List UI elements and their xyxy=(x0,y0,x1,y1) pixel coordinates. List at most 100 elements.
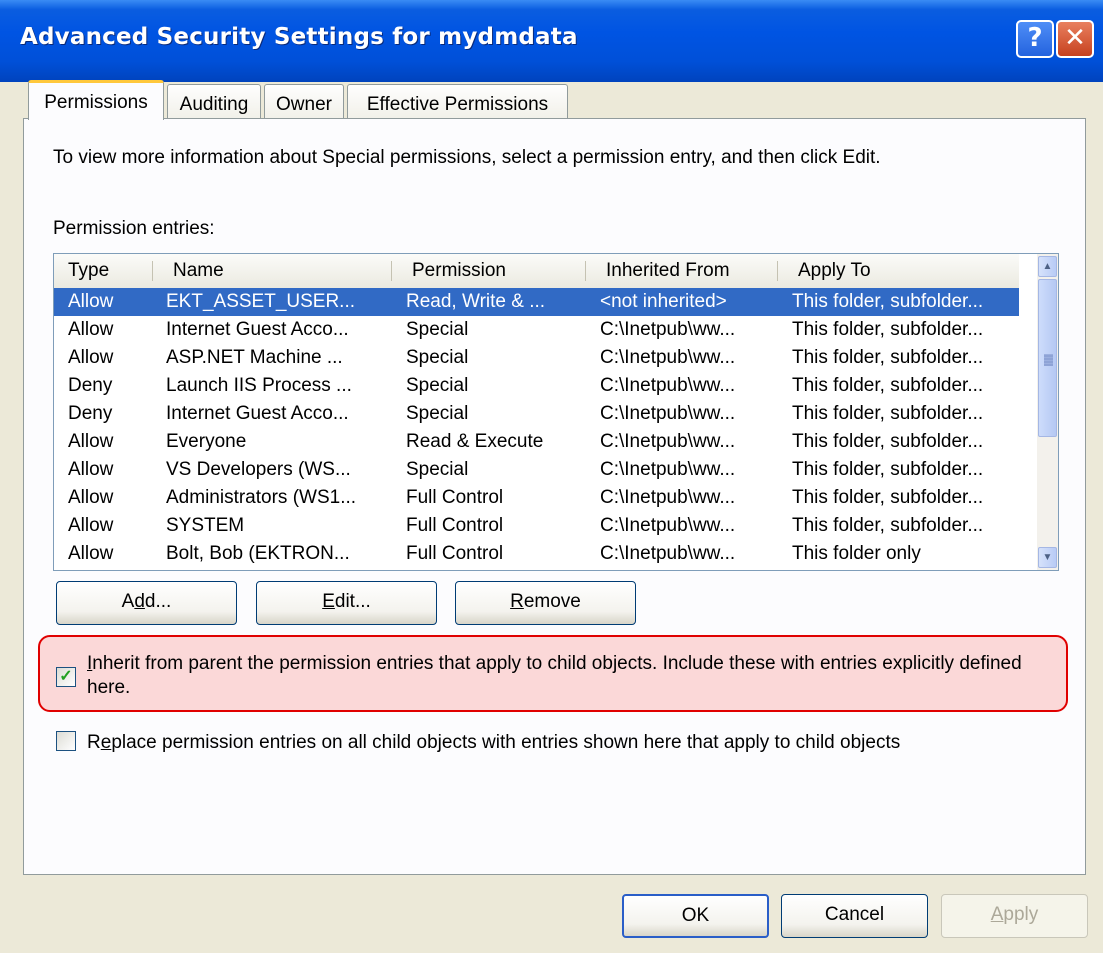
cell-inherited: C:\Inetpub\ww... xyxy=(600,487,736,508)
cell-permission: Special xyxy=(406,319,469,340)
cell-apply: This folder, subfolder... xyxy=(792,515,984,536)
cell-type: Allow xyxy=(68,431,114,452)
button-label: A xyxy=(121,591,135,612)
add-button[interactable]: Add... xyxy=(56,581,237,625)
cell-inherited: C:\Inetpub\ww... xyxy=(600,431,736,452)
replace-checkbox[interactable] xyxy=(56,731,76,751)
button-label: emove xyxy=(523,591,581,612)
column-separator[interactable] xyxy=(391,261,392,281)
cell-name: Administrators (WS1... xyxy=(166,487,357,508)
scroll-down-button[interactable]: ▼ xyxy=(1038,547,1057,568)
cell-permission: Special xyxy=(406,347,469,368)
chevron-up-icon: ▲ xyxy=(1042,261,1053,272)
column-header-type[interactable]: Type xyxy=(68,260,109,282)
scroll-thumb[interactable]: ▬ ▬ ▬ ▬ xyxy=(1038,279,1057,437)
chevron-down-icon: ▼ xyxy=(1042,552,1053,563)
cell-apply: This folder, subfolder... xyxy=(792,347,984,368)
cell-inherited: C:\Inetpub\ww... xyxy=(600,403,736,424)
inherit-checkbox[interactable]: ✓ xyxy=(56,667,76,687)
table-row[interactable]: Allow EKT_ASSET_USER... Read, Write & ... <… xyxy=(54,288,1019,316)
column-header-name[interactable]: Name xyxy=(173,260,224,282)
cell-apply: This folder, subfolder... xyxy=(792,319,984,340)
tab-effective-permissions[interactable]: Effective Permissions xyxy=(347,84,568,120)
column-header-apply-to[interactable]: Apply To xyxy=(798,260,871,282)
grip-icon: ▬ ▬ ▬ ▬ xyxy=(1044,349,1053,368)
tab-label: Auditing xyxy=(179,94,249,115)
cell-inherited: C:\Inetpub\ww... xyxy=(600,347,736,368)
apply-button[interactable]: Apply xyxy=(941,894,1088,938)
scroll-up-button[interactable]: ▲ xyxy=(1038,256,1057,277)
info-text: To view more information about Special p… xyxy=(53,147,881,168)
table-row[interactable]: Allow SYSTEM Full Control C:\Inetpub\ww... T… xyxy=(54,512,1019,540)
column-separator[interactable] xyxy=(585,261,586,281)
list-header: Type Name Permission Inherited From Appl… xyxy=(54,254,1019,290)
replace-checkbox-label[interactable]: Replace permission entries on all child … xyxy=(87,732,900,754)
dialog-body: Permissions Auditing Owner Effective Per… xyxy=(0,80,1103,953)
cell-permission: Full Control xyxy=(406,543,504,564)
cell-type: Allow xyxy=(68,291,114,312)
tab-permissions[interactable]: Permissions xyxy=(28,80,164,120)
table-row[interactable]: Deny Launch IIS Process ... Special C:\Inet… xyxy=(54,372,1019,400)
cell-name: Everyone xyxy=(166,431,247,452)
accelerator-key: R xyxy=(510,591,524,612)
cell-type: Allow xyxy=(68,543,114,564)
checkmark-icon: ✓ xyxy=(59,668,73,685)
accelerator-key: A xyxy=(990,904,1004,925)
vertical-scrollbar[interactable]: ▲ ▬ ▬ ▬ ▬ ▼ xyxy=(1037,254,1058,570)
button-label: d... xyxy=(144,591,172,612)
accelerator-key: e xyxy=(100,732,112,753)
table-row[interactable]: Allow Internet Guest Acco... Special C:\Ine… xyxy=(54,316,1019,344)
column-separator[interactable] xyxy=(152,261,153,281)
permission-entries-list[interactable]: Type Name Permission Inherited From Appl… xyxy=(53,253,1059,571)
cell-inherited: C:\Inetpub\ww... xyxy=(600,459,736,480)
cancel-button[interactable]: Cancel xyxy=(781,894,928,938)
table-row[interactable]: Allow Administrators (WS1... Full Control C… xyxy=(54,484,1019,512)
tab-label: Owner xyxy=(276,94,332,115)
cell-permission: Special xyxy=(406,459,469,480)
cell-inherited: <not inherited> xyxy=(600,291,727,312)
permission-entries-label: Permission entries: xyxy=(53,218,215,239)
cell-apply: This folder, subfolder... xyxy=(792,487,984,508)
ok-button[interactable]: OK xyxy=(622,894,769,938)
remove-button[interactable]: Remove xyxy=(455,581,636,625)
table-row[interactable]: Allow Everyone Read & Execute C:\Inetpub\ww… xyxy=(54,428,1019,456)
cell-name: Internet Guest Acco... xyxy=(166,319,349,340)
cell-type: Allow xyxy=(68,319,114,340)
cell-apply: This folder, subfolder... xyxy=(792,291,984,312)
table-row[interactable]: Allow VS Developers (WS... Special C:\Inetp… xyxy=(54,456,1019,484)
table-row[interactable]: Allow Bolt, Bob (EKTRON... Full Control C:\… xyxy=(54,540,1019,568)
cell-name: Bolt, Bob (EKTRON... xyxy=(166,543,350,564)
table-row[interactable]: Deny Internet Guest Acco... Special C:\Inet… xyxy=(54,400,1019,428)
cell-type: Allow xyxy=(68,347,114,368)
button-label: dit... xyxy=(334,591,371,612)
cell-inherited: C:\Inetpub\ww... xyxy=(600,515,736,536)
cell-type: Deny xyxy=(68,375,113,396)
inherit-checkbox-label[interactable]: Inherit from parent the permission entri… xyxy=(87,652,1057,700)
cell-permission: Special xyxy=(406,375,469,396)
column-header-permission[interactable]: Permission xyxy=(412,260,506,282)
checkbox-label-text: place permission entries on all child ob… xyxy=(111,732,901,753)
cell-type: Allow xyxy=(68,459,114,480)
column-header-inherited-from[interactable]: Inherited From xyxy=(606,260,730,282)
table-row[interactable]: Allow ASP.NET Machine ... Special C:\Inetpu… xyxy=(54,344,1019,372)
cell-apply: This folder, subfolder... xyxy=(792,431,984,452)
cell-name: EKT_ASSET_USER... xyxy=(166,291,356,312)
column-separator[interactable] xyxy=(777,261,778,281)
cell-name: SYSTEM xyxy=(166,515,245,536)
cell-inherited: C:\Inetpub\ww... xyxy=(600,319,736,340)
edit-button[interactable]: Edit... xyxy=(256,581,437,625)
cell-apply: This folder, subfolder... xyxy=(792,403,984,424)
checkbox-label-text: nherit from parent the permission entrie… xyxy=(87,653,1022,698)
tab-auditing[interactable]: Auditing xyxy=(167,84,261,120)
accelerator-key: E xyxy=(322,591,335,612)
tab-label: Permissions xyxy=(44,92,148,113)
cell-permission: Read & Execute xyxy=(406,431,544,452)
cell-type: Allow xyxy=(68,487,114,508)
cell-name: VS Developers (WS... xyxy=(166,459,351,480)
cell-permission: Full Control xyxy=(406,515,504,536)
cell-permission: Read, Write & ... xyxy=(406,291,546,312)
cell-inherited: C:\Inetpub\ww... xyxy=(600,375,736,396)
cell-apply: This folder, subfolder... xyxy=(792,459,984,480)
accelerator-key: d xyxy=(134,591,145,612)
tab-owner[interactable]: Owner xyxy=(264,84,344,120)
